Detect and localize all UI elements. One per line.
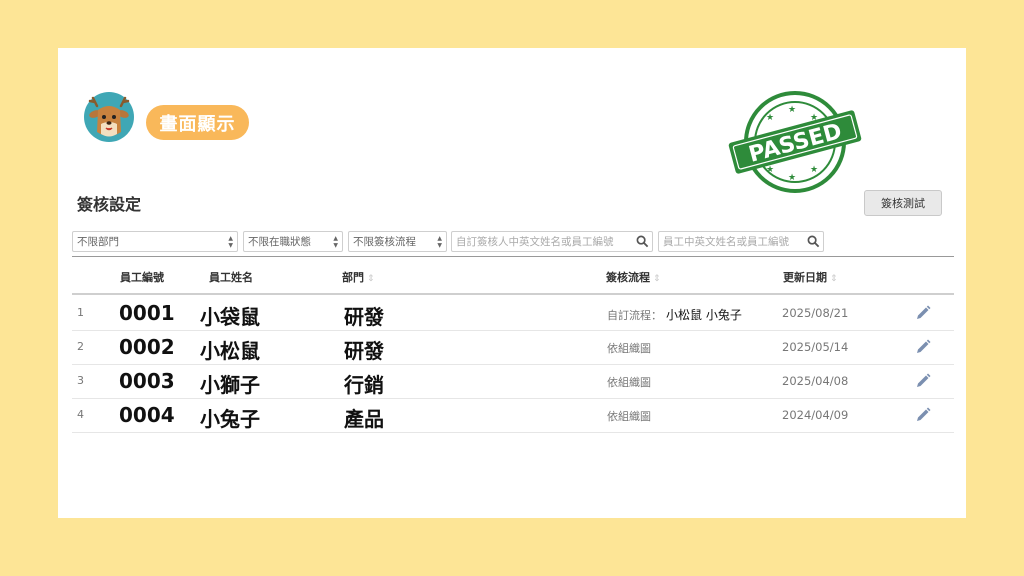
select-arrows-icon: ▲ ▼ bbox=[437, 235, 442, 249]
updated-date: 2025/04/08 bbox=[782, 374, 849, 388]
approval-flow-select[interactable]: 不限簽核流程 ▲ ▼ bbox=[348, 231, 447, 252]
approval-flow-type: 依組織圖 bbox=[607, 342, 651, 355]
employee-search-input[interactable]: 員工中英文姓名或員工編號 bbox=[658, 231, 824, 252]
employment-status-select[interactable]: 不限在職狀態 ▲ ▼ bbox=[243, 231, 343, 252]
column-header-approval-flow[interactable]: 簽核流程 ⇕ bbox=[606, 269, 661, 285]
search-icon[interactable] bbox=[807, 235, 820, 248]
employee-name: 小袋鼠 bbox=[200, 305, 260, 329]
svg-text:★: ★ bbox=[766, 165, 774, 175]
table-row[interactable]: 3 0003 小獅子 行銷 依組織圖 2025/04/08 bbox=[72, 364, 954, 399]
page-title: 簽核設定 bbox=[77, 195, 142, 214]
custom-approver-search-input[interactable]: 自訂簽核人中英文姓名或員工編號 bbox=[451, 231, 653, 252]
pencil-icon[interactable] bbox=[915, 373, 931, 389]
column-header-employee-id[interactable]: 員工編號 bbox=[120, 269, 164, 285]
employee-name: 小松鼠 bbox=[200, 339, 260, 363]
updated-date: 2024/04/09 bbox=[782, 408, 849, 422]
employee-id: 0001 bbox=[119, 301, 175, 325]
table-top-divider bbox=[72, 256, 954, 257]
updated-date: 2025/05/14 bbox=[782, 340, 849, 354]
pencil-icon[interactable] bbox=[915, 407, 931, 423]
table-row[interactable]: 1 0001 小袋鼠 研發 自訂流程： 小松鼠 小兔子 2025/08/21 bbox=[72, 296, 954, 331]
updated-date: 2025/08/21 bbox=[782, 306, 849, 320]
employee-id: 0003 bbox=[119, 369, 175, 393]
employment-status-select-value: 不限在職狀態 bbox=[248, 236, 311, 248]
pencil-icon[interactable] bbox=[915, 305, 931, 321]
search-icon[interactable] bbox=[636, 235, 649, 248]
pencil-icon[interactable] bbox=[915, 339, 931, 355]
svg-text:★: ★ bbox=[788, 173, 796, 183]
department-select-value: 不限部門 bbox=[77, 236, 119, 248]
custom-approver-placeholder: 自訂簽核人中英文姓名或員工編號 bbox=[456, 236, 614, 248]
row-index: 1 bbox=[77, 306, 84, 319]
svg-text:★: ★ bbox=[788, 105, 796, 115]
sort-arrows-icon[interactable]: ⇕ bbox=[653, 274, 661, 284]
department: 研發 bbox=[344, 339, 384, 363]
passed-stamp-icon: ★ ★ ★ ★ ★ ★ PASSED bbox=[728, 91, 862, 193]
employee-id: 0002 bbox=[119, 335, 175, 359]
department: 研發 bbox=[344, 305, 384, 329]
department-select[interactable]: 不限部門 ▲ ▼ bbox=[72, 231, 238, 252]
approval-flow-select-value: 不限簽核流程 bbox=[353, 236, 416, 248]
employee-id: 0004 bbox=[119, 403, 175, 427]
sort-arrows-icon[interactable]: ⇕ bbox=[830, 274, 838, 284]
svg-text:★: ★ bbox=[810, 165, 818, 175]
row-index: 2 bbox=[77, 340, 84, 353]
sort-arrows-icon[interactable]: ⇕ bbox=[367, 274, 375, 284]
approval-flow-type: 自訂流程： bbox=[607, 309, 662, 322]
approval-flow: 自訂流程： 小松鼠 小兔子 bbox=[607, 306, 742, 323]
approval-test-button[interactable]: 簽核測試 bbox=[864, 190, 942, 216]
row-index: 4 bbox=[77, 408, 84, 421]
svg-text:★: ★ bbox=[766, 113, 774, 123]
approval-flow: 依組織圖 bbox=[607, 374, 651, 390]
approval-flow: 依組織圖 bbox=[607, 340, 651, 356]
approval-flow-type: 依組織圖 bbox=[607, 410, 651, 423]
employee-search-placeholder: 員工中英文姓名或員工編號 bbox=[663, 236, 789, 248]
column-header-employee-name[interactable]: 員工姓名 bbox=[209, 269, 253, 285]
approval-flow-people: 小松鼠 小兔子 bbox=[666, 308, 742, 322]
deer-avatar-icon bbox=[84, 92, 134, 142]
approval-flow-type: 依組織圖 bbox=[607, 376, 651, 389]
department: 行銷 bbox=[344, 373, 384, 397]
main-card: 畫面顯示 ★ ★ ★ ★ ★ ★ PASSED 簽核設定 簽核測試 不限部門 ▲… bbox=[58, 48, 966, 518]
column-header-department[interactable]: 部門 ⇕ bbox=[342, 269, 375, 285]
table-header-divider bbox=[72, 293, 954, 295]
employee-name: 小獅子 bbox=[200, 373, 260, 397]
table-row[interactable]: 2 0002 小松鼠 研發 依組織圖 2025/05/14 bbox=[72, 330, 954, 365]
department: 產品 bbox=[344, 407, 384, 431]
column-header-updated-date[interactable]: 更新日期 ⇕ bbox=[783, 269, 838, 285]
column-header-approval-flow-label: 簽核流程 bbox=[606, 271, 650, 284]
display-badge: 畫面顯示 bbox=[146, 105, 249, 140]
column-header-updated-date-label: 更新日期 bbox=[783, 271, 827, 284]
approval-flow: 依組織圖 bbox=[607, 408, 651, 424]
column-header-department-label: 部門 bbox=[342, 271, 364, 284]
select-arrows-icon: ▲ ▼ bbox=[333, 235, 338, 249]
table-row[interactable]: 4 0004 小兔子 產品 依組織圖 2024/04/09 bbox=[72, 398, 954, 433]
row-index: 3 bbox=[77, 374, 84, 387]
select-arrows-icon: ▲ ▼ bbox=[228, 235, 233, 249]
employee-name: 小兔子 bbox=[200, 407, 260, 431]
